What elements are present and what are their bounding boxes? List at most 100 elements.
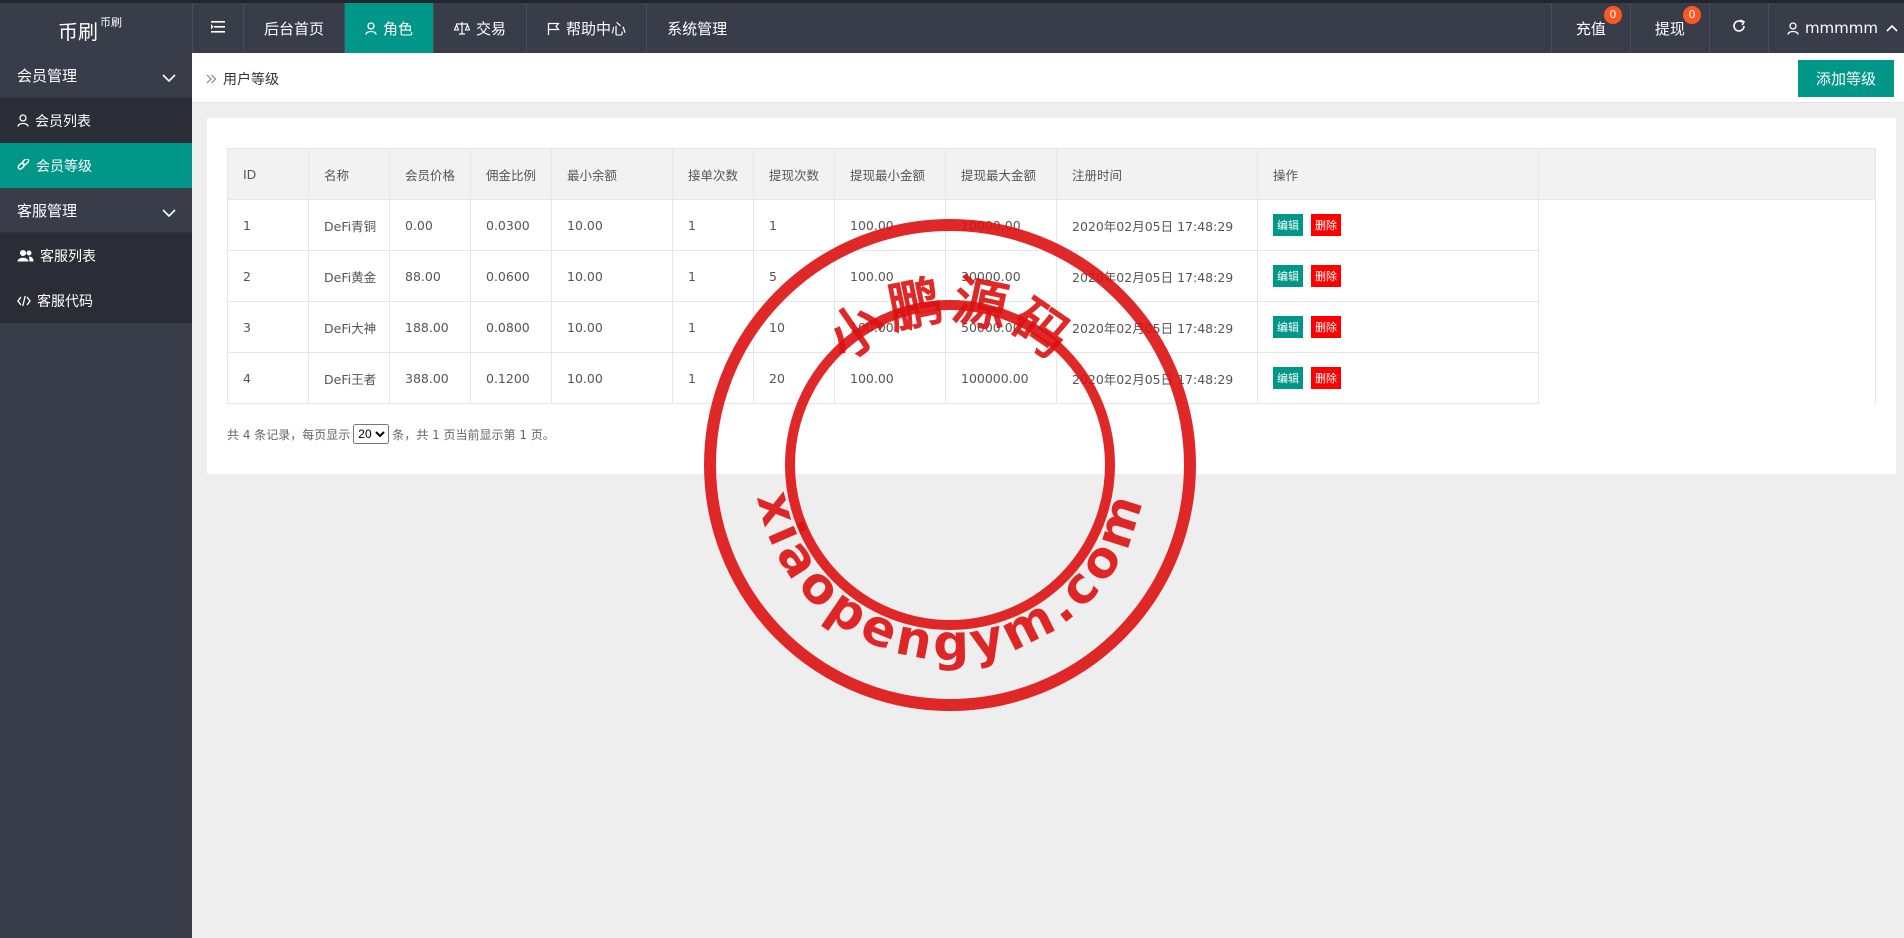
sidebar-group-label: 会员管理 xyxy=(17,66,78,85)
sidebar-item-label: 会员等级 xyxy=(36,158,92,175)
cell: 10.00 xyxy=(551,301,673,353)
col-actions: 操作 xyxy=(1257,148,1539,200)
cell: 100.00 xyxy=(834,199,946,251)
nav-trade-label: 交易 xyxy=(476,19,507,38)
actions-cell: 编辑 删除 xyxy=(1257,352,1539,404)
recharge-label: 充值 xyxy=(1575,19,1606,38)
cell: 1 xyxy=(672,352,754,404)
sidebar-group-member[interactable]: 会员管理 xyxy=(0,53,192,98)
user-icon xyxy=(1787,21,1799,35)
cell: DeFi大神 xyxy=(308,301,390,353)
nav-system[interactable]: 系统管理 xyxy=(646,3,747,53)
col-name: 名称 xyxy=(308,148,390,200)
page-size-select[interactable]: 20 xyxy=(353,424,390,444)
col-withdraw-count: 提现次数 xyxy=(753,148,835,200)
delete-button[interactable]: 删除 xyxy=(1311,367,1341,389)
menu-toggle-icon xyxy=(211,19,225,37)
sidebar-item-member-level[interactable]: 会员等级 xyxy=(0,143,192,188)
edit-button[interactable]: 编辑 xyxy=(1273,214,1303,236)
col-blank xyxy=(1538,148,1876,200)
nav-home-label: 后台首页 xyxy=(264,19,325,38)
edit-button[interactable]: 编辑 xyxy=(1273,316,1303,338)
actions-cell: 编辑 删除 xyxy=(1257,301,1539,353)
col-min-balance: 最小余额 xyxy=(551,148,673,200)
recharge-button[interactable]: 充值 0 xyxy=(1550,3,1630,53)
table-row: 1 DeFi青铜 0.00 0.0300 10.00 1 1 100.00 10… xyxy=(227,199,1876,404)
cell: 1 xyxy=(227,199,309,251)
cell: 2 xyxy=(227,250,309,302)
nav-role[interactable]: 角色 xyxy=(344,3,434,53)
watermark-bottom-text: xiaopengym.com xyxy=(745,483,1151,672)
scale-icon xyxy=(454,21,471,35)
cell: 10000.00 xyxy=(945,199,1057,251)
cell: 3 xyxy=(227,301,309,353)
cell: 50000.00 xyxy=(945,301,1057,353)
col-price: 会员价格 xyxy=(389,148,471,200)
actions-cell: 编辑 删除 xyxy=(1257,199,1539,251)
user-icon xyxy=(365,21,377,35)
breadcrumb: 用户等级 xyxy=(206,69,279,89)
users-icon xyxy=(17,249,34,262)
edit-button[interactable]: 编辑 xyxy=(1273,367,1303,389)
cell: 10.00 xyxy=(551,250,673,302)
cell: 1 xyxy=(672,199,754,251)
sidebar-group-label: 客服管理 xyxy=(17,201,78,220)
edit-button[interactable]: 编辑 xyxy=(1273,265,1303,287)
cell: 0.0800 xyxy=(470,301,552,353)
pagination: 共 4 条记录，每页显示 20 条，共 1 页当前显示第 1 页。 xyxy=(227,424,555,444)
col-id: ID xyxy=(227,148,309,200)
cell: 100.00 xyxy=(834,301,946,353)
nav-home[interactable]: 后台首页 xyxy=(243,3,344,53)
top-nav: 后台首页 角色 交易 帮助中心 系统管理 xyxy=(192,3,747,53)
withdraw-badge: 0 xyxy=(1682,6,1701,24)
actions-cell: 编辑 删除 xyxy=(1257,250,1539,302)
header-right: 充值 0 提现 0 mmmmm xyxy=(1550,3,1904,53)
cell: 1 xyxy=(753,199,835,251)
chevron-up-icon xyxy=(1886,24,1898,32)
nav-help[interactable]: 帮助中心 xyxy=(526,3,646,53)
cell: 0.0300 xyxy=(470,199,552,251)
sidebar-item-cs-code[interactable]: 客服代码 xyxy=(0,278,192,323)
sidebar-item-cs-list[interactable]: 客服列表 xyxy=(0,233,192,278)
user-menu[interactable]: mmmmm xyxy=(1767,3,1904,53)
sidebar-item-label: 客服代码 xyxy=(37,293,93,310)
delete-button[interactable]: 删除 xyxy=(1311,214,1341,236)
sidebar-group-cs[interactable]: 客服管理 xyxy=(0,188,192,233)
cell: 2020年02月05日 17:48:29 xyxy=(1056,301,1258,353)
cell: 100.00 xyxy=(834,250,946,302)
nav-system-label: 系统管理 xyxy=(667,19,728,38)
delete-button[interactable]: 删除 xyxy=(1311,316,1341,338)
logo-sub: 币刷 xyxy=(100,16,122,29)
cell: 2020年02月05日 17:48:29 xyxy=(1056,352,1258,404)
refresh-icon xyxy=(1732,19,1746,37)
cell: DeFi青铜 xyxy=(308,199,390,251)
recharge-badge: 0 xyxy=(1603,6,1622,24)
refresh-button[interactable] xyxy=(1708,3,1768,53)
menu-toggle-button[interactable] xyxy=(192,3,243,53)
logo-title: 币刷 xyxy=(58,20,98,44)
cell: 2020年02月05日 17:48:29 xyxy=(1056,199,1258,251)
cell: 1 xyxy=(672,301,754,353)
sidebar-item-member-list[interactable]: 会员列表 xyxy=(0,98,192,143)
cell: DeFi王者 xyxy=(308,352,390,404)
delete-button[interactable]: 删除 xyxy=(1311,265,1341,287)
cell: 0.0600 xyxy=(470,250,552,302)
cell: 2020年02月05日 17:48:29 xyxy=(1056,250,1258,302)
double-chevron-right-icon xyxy=(206,74,217,84)
level-table: ID 名称 会员价格 佣金比例 最小余额 接单次数 提现次数 提现最小金额 提现… xyxy=(227,148,1876,404)
withdraw-button[interactable]: 提现 0 xyxy=(1629,3,1709,53)
cell: 20 xyxy=(753,352,835,404)
blank-cell xyxy=(1538,199,1876,404)
cell: 388.00 xyxy=(389,352,471,404)
link-icon xyxy=(17,159,30,172)
cell: 100000.00 xyxy=(945,352,1057,404)
cell: 10.00 xyxy=(551,199,673,251)
nav-trade[interactable]: 交易 xyxy=(433,3,526,53)
pagination-prefix: 共 4 条记录，每页显示 xyxy=(227,427,351,442)
add-level-button[interactable]: 添加等级 xyxy=(1797,60,1894,97)
cell: 5 xyxy=(753,250,835,302)
code-icon xyxy=(17,295,31,307)
breadcrumb-current: 用户等级 xyxy=(223,72,279,88)
col-withdraw-max: 提现最大金额 xyxy=(945,148,1057,200)
logo[interactable]: 币刷 币刷 xyxy=(0,3,192,53)
